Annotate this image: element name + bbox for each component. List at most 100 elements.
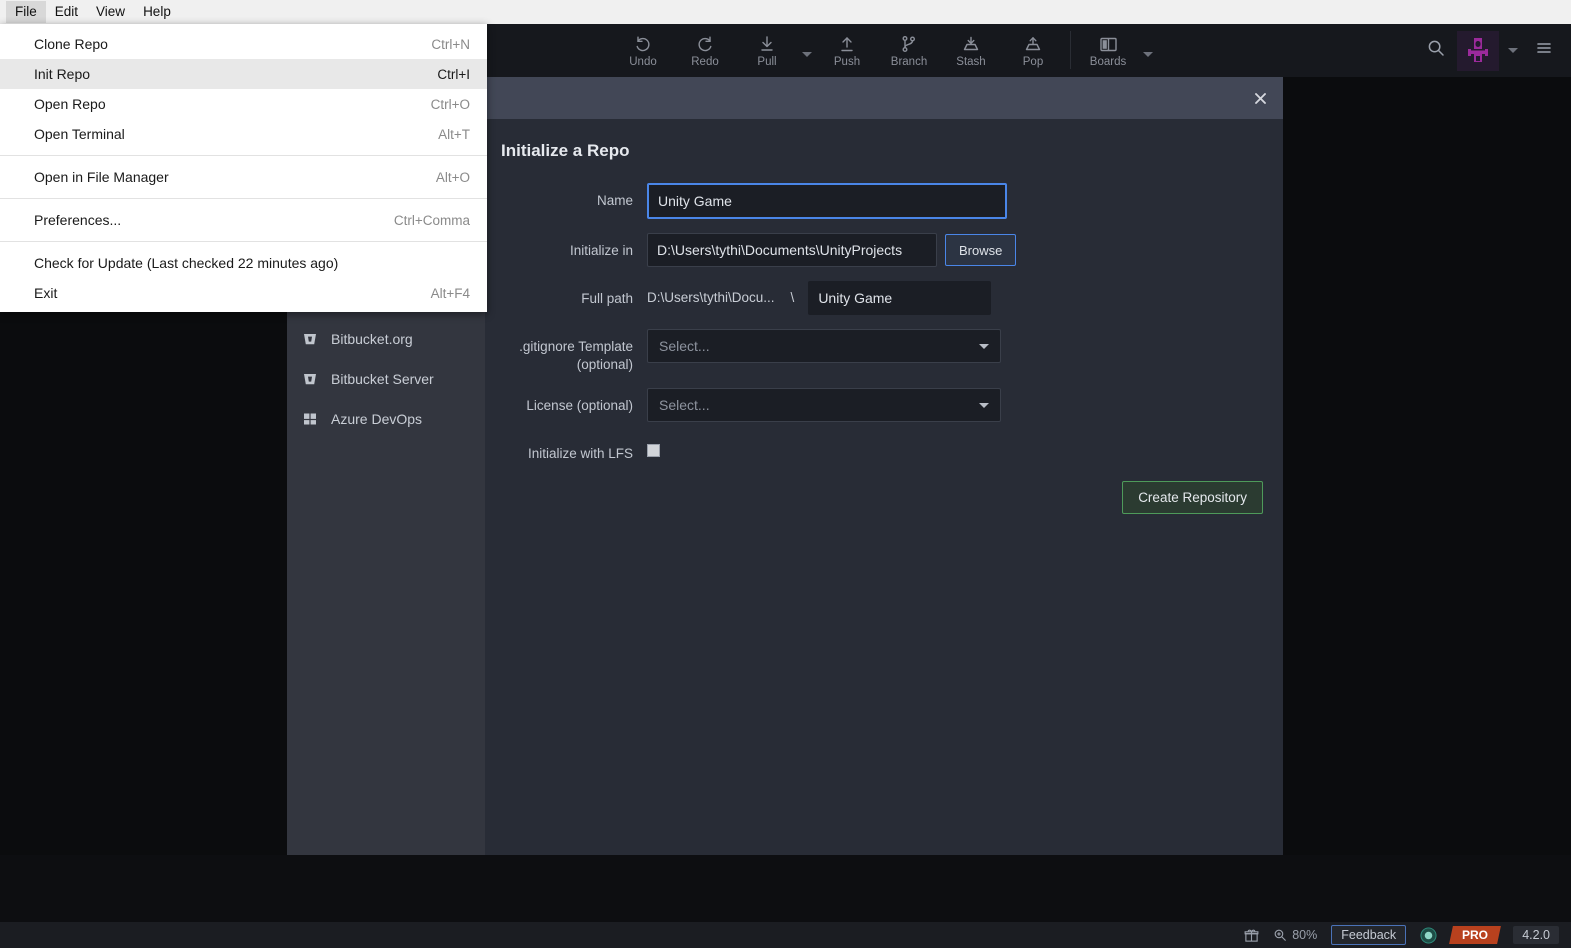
form-heading: Initialize a Repo [501, 141, 630, 160]
zoom-level-indicator[interactable]: 80% [1273, 928, 1317, 942]
menu-file[interactable]: File [6, 1, 46, 23]
form-row-license: License (optional) Select... [497, 388, 1265, 422]
app-window: Undo Redo Pull Push Branch Stash Pop Boa… [0, 0, 1571, 948]
full-path-name: Unity Game [808, 281, 992, 315]
sidebar-item-bitbucket-server[interactable]: Bitbucket Server [287, 359, 485, 399]
toolbar-push-label: Push [833, 56, 861, 68]
gitignore-label-line2: (optional) [576, 357, 633, 372]
chevron-down-icon [1143, 52, 1153, 57]
hamburger-menu-icon [1534, 38, 1554, 63]
feedback-button[interactable]: Feedback [1331, 925, 1407, 945]
lfs-label: Initialize with LFS [527, 446, 633, 461]
form-row-name: Name Unity Game [497, 183, 1265, 219]
avatar-icon [1468, 37, 1488, 62]
menu-item-label: Preferences... [34, 212, 122, 228]
file-menu-item-open-terminal[interactable]: Open Terminal Alt+T [0, 119, 487, 149]
bitbucket-icon [301, 371, 319, 387]
name-label: Name [596, 193, 633, 208]
sidebar-item-azure-devops[interactable]: Azure DevOps [287, 399, 485, 439]
license-label: License (optional) [526, 398, 633, 413]
menu-item-label: Open Terminal [34, 126, 125, 142]
file-menu-item-clone-repo[interactable]: Clone Repo Ctrl+N [0, 29, 487, 59]
name-input[interactable]: Unity Game [647, 183, 1007, 219]
toolbar-stash-button[interactable]: Stash [940, 24, 1002, 77]
file-menu-item-init-repo[interactable]: Init Repo Ctrl+I [0, 59, 487, 89]
menu-edit[interactable]: Edit [46, 1, 87, 23]
main-menu-button[interactable] [1527, 34, 1561, 68]
search-button[interactable] [1419, 34, 1453, 68]
menu-help[interactable]: Help [134, 1, 180, 23]
pro-badge-label: PRO [1462, 928, 1489, 942]
toolbar-boards-button[interactable]: Boards [1077, 24, 1139, 77]
dialog-close-button[interactable] [1237, 77, 1283, 119]
menu-item-label: Init Repo [34, 66, 91, 82]
pull-dropdown-button[interactable] [798, 24, 816, 77]
zoom-icon [1274, 929, 1287, 941]
lfs-checkbox[interactable] [647, 444, 660, 457]
branch-icon [899, 33, 919, 55]
form-row-lfs: Initialize with LFS [497, 436, 1265, 463]
push-icon [837, 33, 857, 55]
avatar[interactable] [1457, 30, 1499, 71]
full-path-prefix: D:\Users\tythi\Docu... [647, 290, 775, 305]
health-indicator[interactable] [1420, 926, 1437, 944]
menu-view[interactable]: View [87, 1, 134, 23]
repo-left-gutter [0, 310, 287, 855]
toolbar-pop-label: Pop [1022, 56, 1044, 68]
health-icon [1420, 926, 1437, 944]
gitignore-select-value: Select... [659, 338, 710, 354]
initialize-in-input[interactable]: D:\Users\tythi\Documents\UnityProjects [647, 233, 937, 267]
file-menu-popup: Clone Repo Ctrl+N Init Repo Ctrl+I Open … [0, 24, 487, 312]
menu-bar: File Edit View Help [0, 0, 1571, 24]
gift-button[interactable] [1244, 928, 1259, 943]
file-menu-item-check-for-update[interactable]: Check for Update (Last checked 22 minute… [0, 248, 487, 278]
toolbar-pull-button[interactable]: Pull [736, 24, 798, 77]
menu-item-label: Open Repo [34, 96, 106, 112]
file-menu-item-open-repo[interactable]: Open Repo Ctrl+O [0, 89, 487, 119]
boards-dropdown-button[interactable] [1139, 24, 1157, 77]
chevron-down-icon [979, 402, 989, 408]
initialize-in-label: Initialize in [569, 243, 633, 258]
toolbar-redo-button[interactable]: Redo [674, 24, 736, 77]
toolbar-undo-button[interactable]: Undo [612, 24, 674, 77]
avatar-dropdown-button[interactable] [1503, 34, 1523, 68]
menu-item-accelerator: Ctrl+O [430, 96, 470, 112]
gift-icon [1244, 929, 1259, 942]
form-row-full-path: Full path D:\Users\tythi\Docu... \ Unity… [497, 281, 1265, 315]
toolbar-pop-button[interactable]: Pop [1002, 24, 1064, 77]
pro-badge: PRO [1449, 926, 1502, 944]
undo-icon [633, 33, 653, 55]
redo-icon [695, 33, 715, 55]
pull-icon [757, 33, 777, 55]
stash-icon [961, 33, 981, 55]
toolbar-push-button[interactable]: Push [816, 24, 878, 77]
menu-item-label: Clone Repo [34, 36, 108, 52]
gitignore-label: .gitignore Template (optional) [497, 329, 647, 374]
toolbar-pull-label: Pull [757, 56, 777, 68]
menu-item-accelerator: Ctrl+Comma [393, 212, 470, 228]
chevron-down-icon [802, 52, 812, 57]
sidebar-item-label: Bitbucket Server [331, 371, 434, 387]
zoom-level-value: 80% [1292, 928, 1318, 942]
file-menu-item-open-in-file-manager[interactable]: Open in File Manager Alt+O [0, 162, 487, 192]
file-menu-item-exit[interactable]: Exit Alt+F4 [0, 278, 487, 308]
form-row-initialize-in: Initialize in D:\Users\tythi\Documents\U… [497, 233, 1265, 267]
sidebar-item-bitbucket-org[interactable]: Bitbucket.org [287, 319, 485, 359]
chevron-down-icon [979, 343, 989, 349]
gitignore-select[interactable]: Select... [647, 329, 1001, 363]
menu-item-accelerator: Alt+T [438, 126, 470, 142]
toolbar-branch-label: Branch [890, 56, 928, 68]
menu-separator [0, 198, 487, 199]
toolbar-branch-button[interactable]: Branch [878, 24, 940, 77]
toolbar-redo-label: Redo [691, 56, 719, 68]
sidebar-item-label: Azure DevOps [331, 411, 423, 427]
close-icon [1254, 92, 1266, 104]
azure-devops-icon [301, 411, 319, 427]
form-row-gitignore: .gitignore Template (optional) Select... [497, 329, 1265, 374]
license-select[interactable]: Select... [647, 388, 1001, 422]
license-select-value: Select... [659, 397, 710, 413]
file-menu-item-preferences[interactable]: Preferences... Ctrl+Comma [0, 205, 487, 235]
browse-button[interactable]: Browse [945, 234, 1017, 266]
create-repository-button[interactable]: Create Repository [1122, 481, 1263, 514]
boards-icon [1098, 33, 1119, 55]
